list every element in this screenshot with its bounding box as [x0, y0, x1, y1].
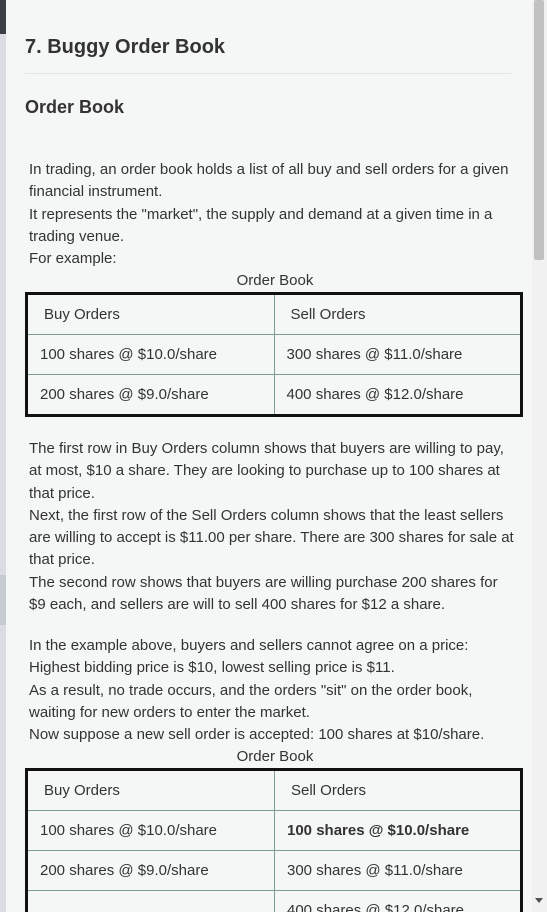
sell-order-cell-new: 100 shares @ $10.0/share — [274, 810, 522, 851]
buy-order-cell: 100 shares @ $10.0/share — [26, 334, 275, 375]
buy-orders-header: Buy Orders — [26, 293, 275, 335]
example-line: In the example above, buyers and sellers… — [29, 637, 469, 677]
sell-orders-header: Sell Orders — [274, 769, 522, 811]
sell-order-cell: 300 shares @ $11.0/share — [274, 850, 522, 891]
example-line: As a result, no trade occurs, and the or… — [29, 681, 473, 721]
sell-order-cell: 400 shares @ $12.0/share — [274, 890, 522, 912]
table-row: 200 shares @ $9.0/share 400 shares @ $12… — [26, 374, 522, 416]
table-row: 100 shares @ $10.0/share 100 shares @ $1… — [26, 810, 522, 851]
intro-line: It represents the "market", the supply a… — [29, 205, 493, 245]
explanation-line: The second row shows that buyers are wil… — [29, 573, 498, 614]
explanation-paragraph: The first row in Buy Orders column shows… — [29, 438, 515, 616]
table-row: 100 shares @ $10.0/share 300 shares @ $1… — [26, 334, 522, 375]
table-header-row: Buy Orders Sell Orders — [26, 293, 522, 335]
buy-order-cell: 100 shares @ $10.0/share — [26, 810, 275, 851]
scrollbar-thumb[interactable] — [534, 0, 544, 260]
table-row: 200 shares @ $9.0/share 300 shares @ $11… — [26, 850, 522, 891]
intro-paragraph: In trading, an order book holds a list o… — [29, 159, 515, 270]
table-header-row: Buy Orders Sell Orders — [26, 769, 522, 811]
sell-order-cell: 300 shares @ $11.0/share — [273, 334, 522, 375]
sell-orders-header: Sell Orders — [273, 293, 522, 335]
table-row: 400 shares @ $12.0/share — [26, 890, 522, 912]
section-title: Order Book — [25, 97, 125, 117]
buy-orders-header: Buy Orders — [26, 769, 275, 811]
intro-line: For example: — [29, 250, 117, 268]
buy-order-cell: 200 shares @ $9.0/share — [26, 850, 275, 891]
table-caption: Order Book — [236, 748, 314, 765]
vertical-scrollbar[interactable] — [532, 0, 547, 912]
explanation-line: Next, the first row of the Sell Orders c… — [29, 506, 514, 569]
sell-order-cell: 400 shares @ $12.0/share — [273, 374, 522, 416]
scroll-down-arrow-icon[interactable] — [535, 898, 543, 903]
example-line: Now suppose a new sell order is accepted… — [29, 726, 485, 744]
intro-line: In trading, an order book holds a list o… — [29, 161, 509, 201]
order-book-table-updated: Buy Orders Sell Orders 100 shares @ $10.… — [25, 768, 523, 912]
title-divider — [25, 73, 511, 74]
buy-order-cell — [26, 890, 275, 912]
explanation-line: The first row in Buy Orders column shows… — [29, 440, 504, 502]
buy-order-cell: 200 shares @ $9.0/share — [26, 374, 275, 416]
order-book-table: Buy Orders Sell Orders 100 shares @ $10.… — [25, 292, 523, 417]
page-title: 7. Buggy Order Book — [25, 36, 226, 58]
instructions-panel: 7. Buggy Order Book Order Book In tradin… — [6, 0, 532, 912]
example-paragraph: In the example above, buyers and sellers… — [29, 635, 515, 746]
table-caption: Order Book — [236, 272, 314, 289]
